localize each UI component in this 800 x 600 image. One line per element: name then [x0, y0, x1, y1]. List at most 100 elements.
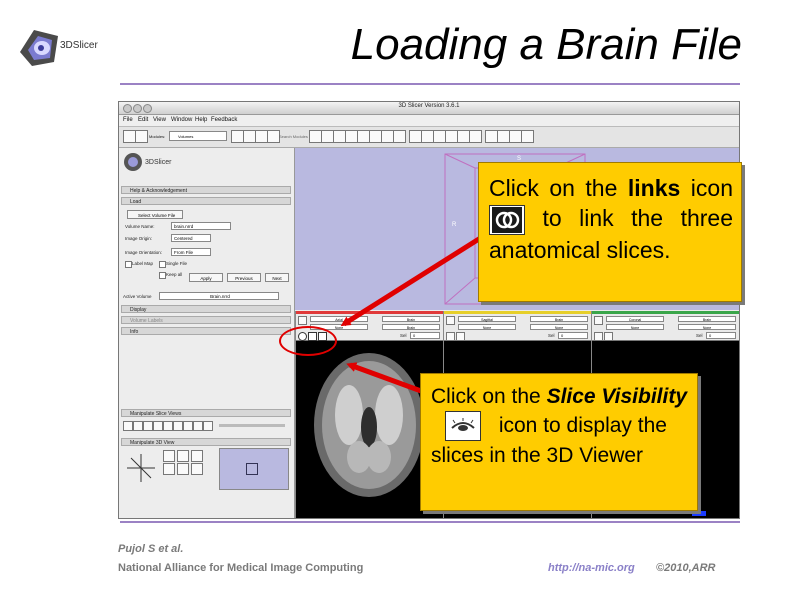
view3d-icon-6[interactable] — [191, 463, 203, 475]
next-button[interactable]: Next — [265, 273, 289, 282]
yellow-background-select[interactable]: Brain — [530, 316, 588, 322]
green-sel-label: Sel — [696, 333, 703, 338]
slice-tool-icon-2[interactable] — [133, 421, 143, 431]
slice-tool-icon-8[interactable] — [193, 421, 203, 431]
manipulate-3d-view-header[interactable]: Manipulate 3D View — [121, 438, 291, 446]
green-pin-icon[interactable] — [594, 316, 603, 325]
data-icon[interactable] — [135, 130, 148, 143]
green-background-select[interactable]: Brain — [678, 316, 736, 322]
module-panel: 3DSlicer Help & Acknowledgement Load Sel… — [119, 148, 295, 518]
green-viewer-controls: Coronal Brain None None Sel 0 — [592, 314, 739, 341]
load-section-header[interactable]: Load — [121, 197, 291, 205]
layout-icon-8[interactable] — [393, 130, 406, 143]
yellow-sel-label: Sel — [548, 333, 555, 338]
volume-name-field[interactable]: brain.nrrd — [171, 222, 231, 230]
yellow-foreground-select[interactable]: None — [530, 324, 588, 330]
slice-tool-icon-4[interactable] — [153, 421, 163, 431]
image-origin-select[interactable]: Centered — [171, 234, 211, 242]
slice-tool-icon-1[interactable] — [123, 421, 133, 431]
slice-tool-icon-6[interactable] — [173, 421, 183, 431]
image-orientation-label: Image Orientation: — [125, 250, 163, 255]
previous-button[interactable]: Previous — [227, 273, 261, 282]
image-orientation-select[interactable]: From File — [171, 248, 211, 256]
slicer-logo-icon — [124, 153, 142, 171]
manipulate-slice-views-header[interactable]: Manipulate Slice Views — [121, 409, 291, 417]
view-icon-6[interactable] — [469, 130, 482, 143]
yellow-label-select[interactable]: None — [458, 324, 516, 330]
select-volume-file-button[interactable]: Select Volume File — [127, 210, 183, 219]
progress-indicator — [692, 511, 706, 516]
red-sel-label: Sel — [400, 333, 407, 338]
green-orientation-select[interactable]: Coronal — [606, 316, 664, 322]
menu-edit[interactable]: Edit — [138, 117, 148, 123]
axis-navigator-icon[interactable] — [123, 450, 159, 486]
footer-url[interactable]: http://na-mic.org — [548, 562, 635, 574]
yellow-sel-field[interactable]: 0 — [558, 332, 588, 339]
label-map-checkbox[interactable] — [125, 261, 132, 268]
view3d-icon-3[interactable] — [191, 450, 203, 462]
slice-view-controls — [123, 421, 289, 433]
view3d-icon-4[interactable] — [163, 463, 175, 475]
menu-feedback[interactable]: Feedback — [211, 117, 237, 123]
links-text-part2: icon — [680, 175, 733, 201]
links-text-part1: Click on the — [489, 175, 628, 201]
menu-help[interactable]: Help — [195, 117, 207, 123]
view3d-icon-1[interactable] — [163, 450, 175, 462]
red-orientation-select[interactable]: Axial — [310, 316, 368, 322]
eye-icon — [445, 411, 481, 442]
highlight-ellipse — [279, 326, 337, 356]
view3d-icon-2[interactable] — [177, 450, 189, 462]
slice-tool-icon-7[interactable] — [183, 421, 193, 431]
slice-tool-icon-9[interactable] — [203, 421, 213, 431]
slice-slider[interactable] — [219, 424, 285, 427]
links-callout: Click on the links icon to link the thre… — [478, 162, 742, 302]
single-file-checkbox[interactable] — [159, 261, 166, 268]
single-file-label: Single File — [166, 261, 188, 266]
help-section-header[interactable]: Help & Acknowledgement — [121, 186, 291, 194]
window-title: 3D Slicer Version 3.6.1 — [398, 103, 460, 109]
keep-all-checkbox[interactable] — [159, 272, 166, 279]
panel-logo-text: 3DSlicer — [145, 159, 172, 166]
logo-text: 3DSlicer — [60, 40, 98, 51]
axial-brain-image — [314, 353, 424, 497]
image-origin-label: Image Origin: — [125, 236, 153, 241]
apply-button[interactable]: Apply — [189, 273, 223, 282]
green-link-icon[interactable] — [594, 332, 603, 341]
green-sel-field[interactable]: 0 — [706, 332, 736, 339]
view3d-icon-5[interactable] — [177, 463, 189, 475]
modules-select[interactable]: Volumes — [169, 131, 227, 141]
active-volume-label: Active Volume — [123, 294, 152, 299]
links-callout-text: Click on the links icon to link the thre… — [489, 173, 733, 265]
display-section-header[interactable]: Display — [121, 305, 291, 313]
slice-tool-icon-3[interactable] — [143, 421, 153, 431]
vis-text-part1: Click on the — [431, 385, 547, 408]
green-visibility-icon[interactable] — [604, 332, 613, 341]
volume-labels-section-header[interactable]: Volume Labels — [121, 316, 291, 324]
active-volume-select[interactable]: Brain.nrrd — [159, 292, 279, 300]
3d-view-buttons — [163, 450, 223, 486]
menu-window[interactable]: Window — [171, 117, 192, 123]
menu-file[interactable]: File — [123, 117, 133, 123]
footer-author: Pujol S et al. — [118, 543, 184, 555]
red-pin-icon[interactable] — [298, 316, 307, 325]
yellow-pin-icon[interactable] — [446, 316, 455, 325]
red-sel-field[interactable]: 0 — [410, 332, 440, 339]
3d-view-thumbnail[interactable] — [219, 448, 289, 490]
window-titlebar: 3D Slicer Version 3.6.1 — [119, 102, 739, 115]
red-foreground-select[interactable]: Brain — [382, 324, 440, 330]
yellow-link-icon[interactable] — [446, 332, 455, 341]
red-background-select[interactable]: Brain — [382, 316, 440, 322]
menubar: File Edit View Window Help Feedback — [119, 115, 739, 127]
slice-tool-icon-5[interactable] — [163, 421, 173, 431]
green-label-select[interactable]: None — [606, 324, 664, 330]
links-text-bold: links — [627, 175, 681, 201]
footer-organization: National Alliance for Medical Image Comp… — [118, 562, 364, 574]
undo-icon[interactable] — [521, 130, 534, 143]
yellow-visibility-icon[interactable] — [456, 332, 465, 341]
menu-view[interactable]: View — [153, 117, 166, 123]
title-divider — [120, 83, 740, 85]
3d-orientation-label-r: R — [452, 222, 457, 228]
info-section-header[interactable]: Info — [121, 327, 291, 335]
yellow-orientation-select[interactable]: Sagittal — [458, 316, 516, 322]
green-foreground-select[interactable]: None — [678, 324, 736, 330]
